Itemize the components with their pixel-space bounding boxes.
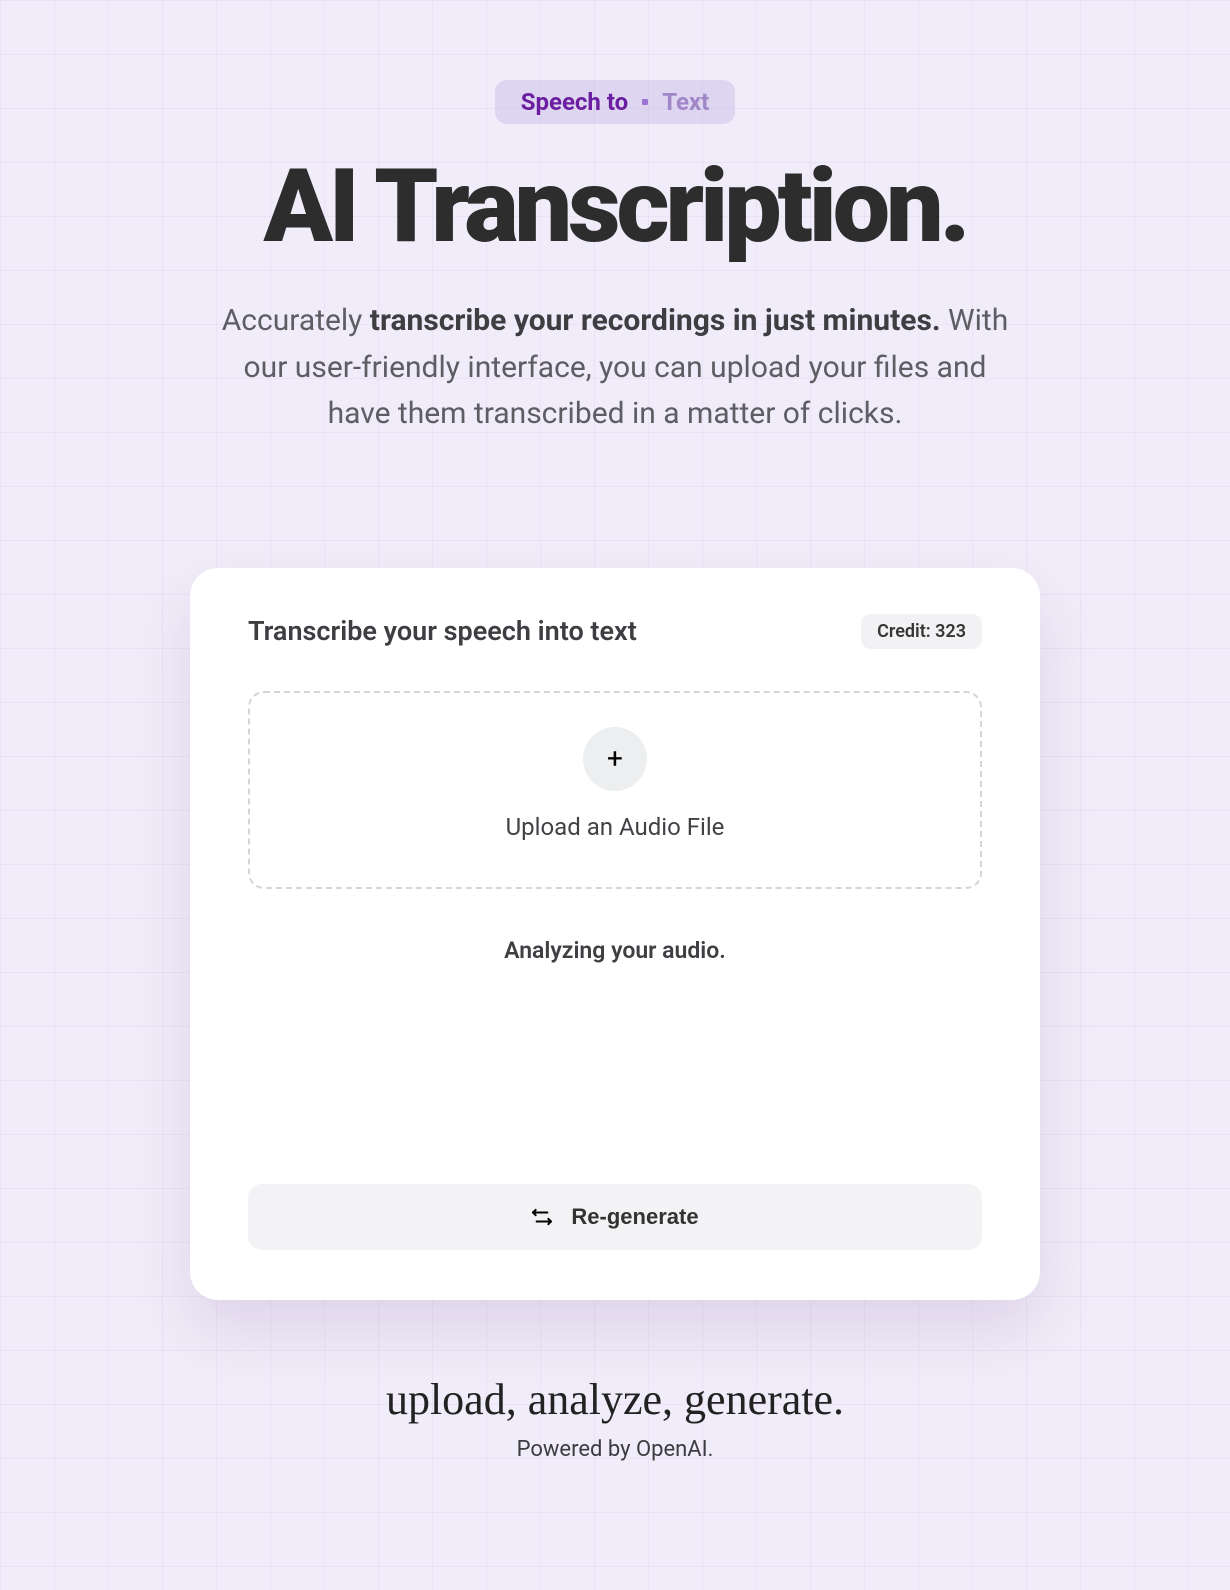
transcription-card: Transcribe your speech into text Credit:… <box>190 568 1040 1300</box>
regenerate-label: Re-generate <box>571 1204 698 1230</box>
page-title: AI Transcription. <box>263 146 966 266</box>
footer-tagline: upload, analyze, generate. <box>386 1374 844 1425</box>
plus-icon: + <box>583 727 647 791</box>
subtitle-pre: Accurately <box>222 303 370 338</box>
footer-powered-by: Powered by OpenAI. <box>517 1437 714 1462</box>
upload-dropzone[interactable]: + Upload an Audio File <box>248 691 982 889</box>
swap-arrows-icon <box>531 1208 553 1226</box>
upload-label: Upload an Audio File <box>506 813 725 841</box>
analyzing-status-label: Analyzing your audio. <box>248 937 982 964</box>
category-pill: Speech to Text <box>495 80 736 124</box>
waveform-graphic <box>295 992 935 1132</box>
credit-badge: Credit: 323 <box>861 614 982 649</box>
pill-right-text: Text <box>662 88 709 116</box>
regenerate-button[interactable]: Re-generate <box>248 1184 982 1250</box>
page-subtitle: Accurately transcribe your recordings in… <box>215 298 1015 438</box>
pill-separator-dot <box>642 99 648 105</box>
card-title: Transcribe your speech into text <box>248 615 637 647</box>
pill-left-text: Speech to <box>521 88 628 116</box>
card-header: Transcribe your speech into text Credit:… <box>248 614 982 649</box>
subtitle-bold: transcribe your recordings in just minut… <box>370 303 941 338</box>
